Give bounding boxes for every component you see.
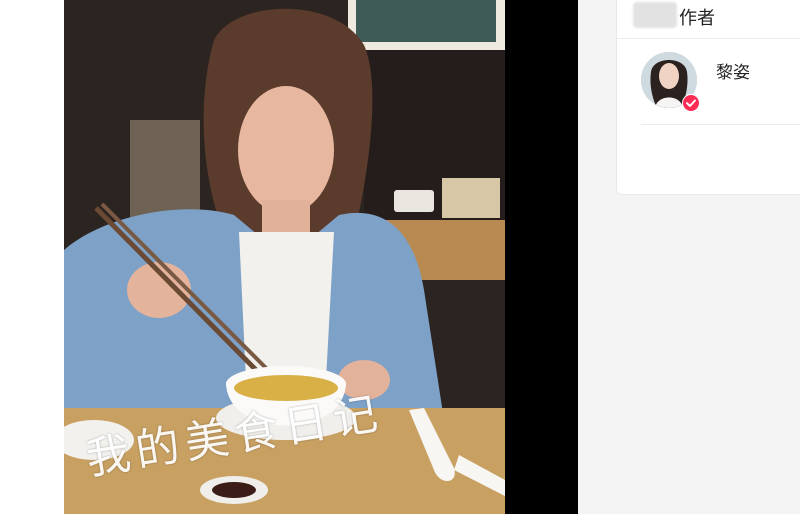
- header-blurred-icon: [633, 2, 677, 28]
- menu-stand: [442, 178, 500, 218]
- video-container[interactable]: 我的美食日记: [64, 0, 578, 514]
- page: 我的美食日记 作者 黎姿: [0, 0, 800, 514]
- video-player[interactable]: 我的美食日记: [0, 0, 578, 514]
- author-name[interactable]: 黎姿: [716, 58, 750, 83]
- teapot-set: [394, 190, 434, 212]
- divider: [641, 124, 800, 125]
- panel-header: 作者: [617, 0, 800, 39]
- video-letterbox: [505, 0, 578, 514]
- author-row[interactable]: 黎姿: [641, 52, 791, 112]
- soy-sauce: [212, 482, 256, 498]
- gutter: [578, 0, 616, 514]
- wall-painting-canvas: [356, 0, 496, 42]
- face: [238, 86, 334, 214]
- author-panel: 作者 黎姿: [616, 0, 800, 195]
- verified-check-icon: [682, 94, 700, 112]
- panel-title: 作者: [679, 8, 715, 28]
- video-frame[interactable]: 我的美食日记: [64, 0, 505, 514]
